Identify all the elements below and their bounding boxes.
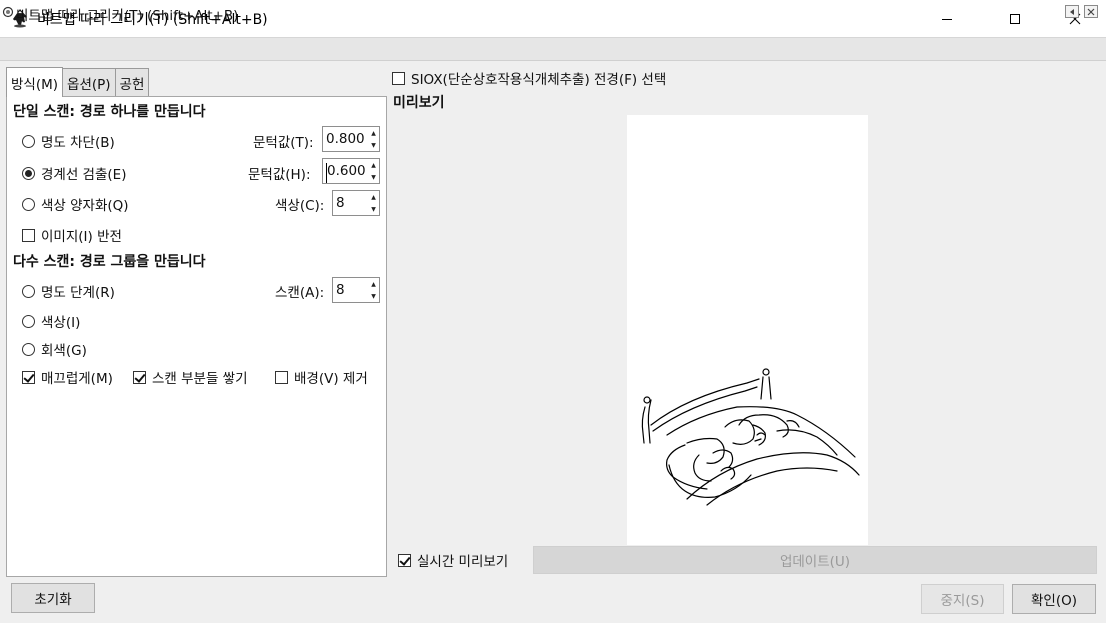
radio-circle — [22, 166, 35, 180]
traced-image-preview — [641, 368, 860, 506]
checkbox-box — [22, 228, 35, 242]
color-quantization-radio[interactable]: 색상 양자화(Q) — [22, 194, 129, 214]
single-scan-heading: 단일 스캔: 경로 하나를 만듭니다 — [13, 104, 206, 120]
edge-detection-label: 경계선 검출(E) — [41, 167, 127, 183]
dock-header — [0, 37, 1106, 61]
live-preview-checkbox[interactable]: 실시간 미리보기 — [398, 550, 508, 570]
colors-label: 색상(I) — [41, 315, 81, 331]
close-icon — [1087, 8, 1095, 15]
remove-background-label: 배경(V) 제거 — [294, 371, 368, 387]
threshold-t-value[interactable]: 0.800 — [323, 127, 368, 151]
ok-button[interactable]: 확인(O) — [1012, 584, 1096, 614]
dock-close-button[interactable] — [1084, 5, 1098, 18]
radio-circle — [22, 197, 35, 211]
radio-circle — [22, 134, 35, 148]
threshold-h-spinbox[interactable]: 0.600 ▲ ▼ — [322, 158, 380, 184]
checkbox-box — [398, 553, 411, 567]
preview-area — [627, 115, 868, 545]
minimize-icon — [942, 18, 952, 20]
maximize-icon — [1010, 13, 1020, 24]
minimize-button[interactable] — [924, 0, 970, 37]
radio-circle — [22, 284, 35, 298]
threshold-h-label: 문턱값(H): — [248, 167, 311, 183]
checkbox-box — [392, 71, 405, 85]
grays-radio[interactable]: 회색(G) — [22, 339, 87, 359]
radio-circle — [22, 314, 35, 328]
colors-c-spinbox[interactable]: 8 ▲ ▼ — [332, 190, 380, 216]
maximize-button[interactable] — [992, 0, 1038, 37]
multi-scan-heading: 다수 스캔: 경로 그룹을 만듭니다 — [13, 254, 206, 270]
checkbox-box — [133, 370, 146, 384]
update-button[interactable]: 업데이트(U) — [533, 546, 1097, 574]
colors-c-label: 색상(C): — [275, 198, 325, 214]
tab-bar: 방식(M) 옵션(P) 공헌 — [6, 67, 150, 97]
brightness-steps-label: 명도 단계(R) — [41, 285, 115, 301]
scans-a-value[interactable]: 8 — [333, 278, 368, 302]
tab-credits[interactable]: 공헌 — [114, 68, 150, 96]
reset-button[interactable]: 초기화 — [11, 583, 95, 613]
spin-down-icon[interactable]: ▼ — [368, 290, 379, 302]
colors-c-value[interactable]: 8 — [333, 191, 368, 215]
checkbox-box — [22, 370, 35, 384]
invert-image-label: 이미지(I) 반전 — [41, 229, 122, 245]
siox-checkbox[interactable]: SIOX(단순상호작용식개체추출) 전경(F) 선택 — [392, 68, 666, 88]
dock-title: 비트맵 따라 그리기(T) (Shift+Alt+B) — [16, 8, 239, 24]
brightness-cutoff-label: 명도 차단(B) — [41, 135, 115, 151]
threshold-t-spinbox[interactable]: 0.800 ▲ ▼ — [322, 126, 380, 152]
spin-down-icon[interactable]: ▼ — [368, 203, 379, 215]
grays-label: 회색(G) — [41, 343, 87, 359]
preview-heading: 미리보기 — [393, 95, 445, 111]
triangle-left-icon — [1070, 8, 1074, 15]
stack-scans-checkbox[interactable]: 스캔 부분들 쌓기 — [133, 367, 248, 387]
smooth-label: 매끄럽게(M) — [41, 371, 113, 387]
spin-up-icon[interactable]: ▲ — [368, 159, 379, 171]
scans-a-label: 스캔(A): — [275, 285, 325, 301]
checkbox-box — [275, 370, 288, 384]
color-quantization-label: 색상 양자화(Q) — [41, 198, 129, 214]
threshold-h-field[interactable]: 0.600 — [323, 159, 368, 183]
live-preview-label: 실시간 미리보기 — [417, 554, 509, 570]
invert-image-checkbox[interactable]: 이미지(I) 반전 — [22, 225, 122, 245]
spin-up-icon[interactable]: ▲ — [368, 127, 379, 139]
siox-label: SIOX(단순상호작용식개체추출) 전경(F) 선택 — [411, 72, 667, 88]
spin-down-icon[interactable]: ▼ — [368, 171, 379, 183]
brightness-cutoff-radio[interactable]: 명도 차단(B) — [22, 131, 115, 151]
threshold-h-value: 0.600 — [327, 163, 366, 179]
spin-down-icon[interactable]: ▼ — [368, 139, 379, 151]
brightness-steps-radio[interactable]: 명도 단계(R) — [22, 281, 115, 301]
threshold-t-label: 문턱값(T): — [253, 135, 314, 151]
stop-button[interactable]: 중지(S) — [921, 584, 1004, 614]
edge-detection-radio[interactable]: 경계선 검출(E) — [22, 163, 126, 183]
spin-up-icon[interactable]: ▲ — [368, 191, 379, 203]
radio-circle — [22, 342, 35, 356]
spin-up-icon[interactable]: ▲ — [368, 278, 379, 290]
stack-scans-label: 스캔 부분들 쌓기 — [152, 371, 248, 387]
colors-radio[interactable]: 색상(I) — [22, 311, 80, 331]
tab-mode[interactable]: 방식(M) — [6, 67, 64, 97]
dock-iconify-button[interactable] — [1065, 5, 1079, 18]
remove-background-checkbox[interactable]: 배경(V) 제거 — [275, 367, 368, 387]
smooth-checkbox[interactable]: 매끄럽게(M) — [22, 367, 113, 387]
scans-a-spinbox[interactable]: 8 ▲ ▼ — [332, 277, 380, 303]
tab-options[interactable]: 옵션(P) — [62, 68, 116, 96]
